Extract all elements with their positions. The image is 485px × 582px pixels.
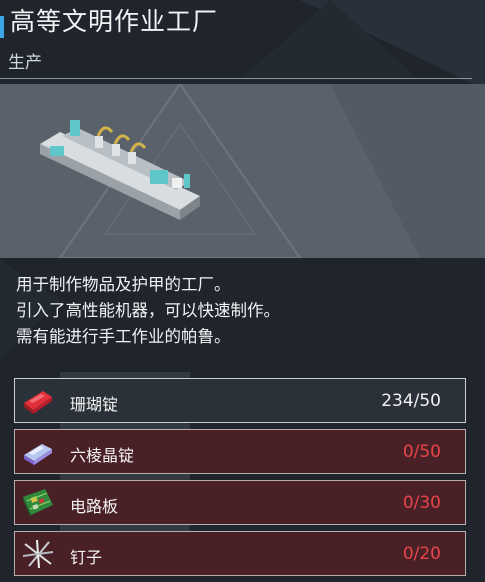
material-quantity: 234/50 <box>381 391 441 411</box>
hexolite-ingot-icon <box>24 444 52 465</box>
title-accent-bar <box>0 16 4 38</box>
coral-ingot-icon <box>24 391 52 414</box>
material-row-hexolite-ingot[interactable]: 六棱晶锭 0/50 <box>14 429 466 474</box>
material-row-circuit-board[interactable]: 电路板 0/30 <box>14 480 466 525</box>
material-name: 六棱晶锭 <box>70 446 135 465</box>
material-name: 钉子 <box>70 548 103 567</box>
nail-icon <box>22 539 54 569</box>
material-quantity: 0/30 <box>402 493 441 513</box>
item-category: 生产 <box>8 53 42 73</box>
material-quantity: 0/20 <box>402 544 441 564</box>
material-row-coral-ingot[interactable]: 珊瑚锭 234/50 <box>14 378 466 423</box>
description-line: 需有能进行手工作业的帕鲁。 <box>16 327 231 346</box>
item-title: 高等文明作业工厂 <box>10 7 219 36</box>
production-line-machine-icon <box>40 120 200 220</box>
item-detail-panel: 高等文明作业工厂 生产 用于制作物品及护甲的工厂。 引入了高性能机器，可以快速制… <box>0 0 485 576</box>
material-list: 珊瑚锭 234/50 六棱晶锭 0/50 电路板 0/30 钉子 0/20 <box>14 378 466 582</box>
item-description: 用于制作物品及护甲的工厂。 引入了高性能机器，可以快速制作。 需有能进行手工作业… <box>16 272 280 350</box>
description-line: 引入了高性能机器，可以快速制作。 <box>16 301 280 320</box>
item-preview <box>0 84 485 258</box>
material-name: 电路板 <box>70 497 119 516</box>
material-row-nail[interactable]: 钉子 0/20 <box>14 531 466 576</box>
material-name: 珊瑚锭 <box>70 395 119 414</box>
circuit-board-icon <box>23 489 53 518</box>
material-quantity: 0/50 <box>402 442 441 462</box>
header-divider <box>0 78 472 79</box>
description-line: 用于制作物品及护甲的工厂。 <box>16 275 231 294</box>
